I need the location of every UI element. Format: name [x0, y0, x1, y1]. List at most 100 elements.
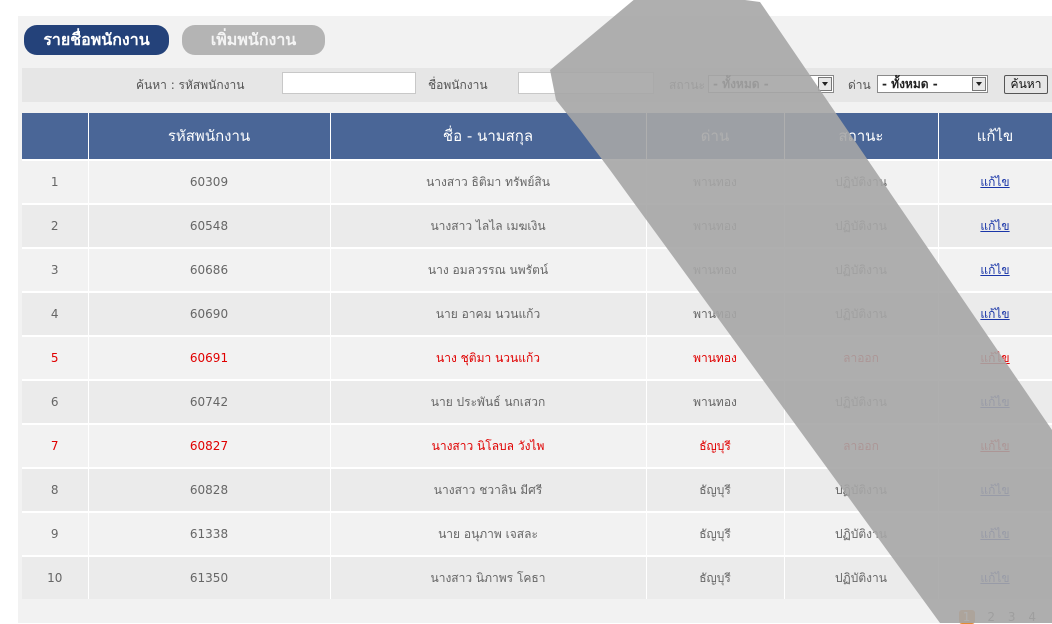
employee-gate: พานทอง: [646, 379, 785, 424]
employee-status: ลาออก: [784, 335, 939, 380]
employee-id: 60828: [88, 467, 331, 512]
page-link[interactable]: 2: [987, 610, 995, 624]
employee-gate: พานทอง: [646, 203, 785, 248]
employee-gate: ธัญบุรี: [646, 555, 785, 599]
page-link-current[interactable]: 1: [958, 610, 975, 624]
edit-cell: แก้ไข: [938, 467, 1052, 512]
employee-table: รหัสพนักงาน ชื่อ - นามสกุล ด่าน สถานะ แก…: [22, 113, 1052, 599]
gate-select[interactable]: - ทั้งหมด -: [877, 75, 988, 93]
table-row: 3 60686 นาง อมลวรรณ นพรัตน์ พานทอง ปฏิบั…: [22, 247, 1052, 292]
row-number: 4: [22, 291, 89, 336]
row-number: 9: [22, 511, 89, 556]
employee-name: นาย ประพันธ์ นกเสวก: [330, 379, 647, 424]
table-row: 5 60691 นาง ชุติมา นวนแก้ว พานทอง ลาออก …: [22, 335, 1052, 380]
employee-status: ลาออก: [784, 423, 939, 468]
edit-link[interactable]: แก้ไข: [980, 307, 1009, 321]
employee-name: นาง ชุติมา นวนแก้ว: [330, 335, 647, 380]
employee-id: 60742: [88, 379, 331, 424]
employee-id: 60686: [88, 247, 331, 292]
employee-status: ปฏิบัติงาน: [784, 159, 939, 204]
gate-label: ด่าน: [848, 78, 871, 92]
edit-link[interactable]: แก้ไข: [980, 219, 1009, 233]
edit-link[interactable]: แก้ไข: [980, 351, 1009, 365]
header-status: สถานะ: [784, 113, 939, 160]
row-number: 2: [22, 203, 89, 248]
header-number: [22, 113, 89, 160]
row-number: 1: [22, 159, 89, 204]
employee-status: ปฏิบัติงาน: [784, 203, 939, 248]
row-number: 6: [22, 379, 89, 424]
edit-cell: แก้ไข: [938, 159, 1052, 204]
row-number: 8: [22, 467, 89, 512]
employee-name: นางสาว นิภาพร โคธา: [330, 555, 647, 599]
employee-id-label: ค้นหา : รหัสพนักงาน: [136, 78, 245, 92]
employee-status: ปฏิบัติงาน: [784, 467, 939, 512]
edit-cell: แก้ไข: [938, 247, 1052, 292]
table-row: 2 60548 นางสาว ไลไล เมฆเงิน พานทอง ปฏิบั…: [22, 203, 1052, 248]
page-link[interactable]: 4: [1028, 610, 1036, 624]
edit-cell: แก้ไข: [938, 511, 1052, 556]
row-number: 3: [22, 247, 89, 292]
table-header-row: รหัสพนักงาน ชื่อ - นามสกุล ด่าน สถานะ แก…: [22, 113, 1052, 160]
table-row: 7 60827 นางสาว นิโลบล วังไพ ธัญบุรี ลาออ…: [22, 423, 1052, 468]
tab-add-employee[interactable]: เพิ่มพนักงาน: [182, 25, 325, 55]
edit-link[interactable]: แก้ไข: [980, 395, 1009, 409]
employee-gate: พานทอง: [646, 247, 785, 292]
status-select-value: - ทั้งหมด -: [713, 77, 769, 91]
employee-gate: พานทอง: [646, 291, 785, 336]
employee-id: 60548: [88, 203, 331, 248]
chevron-down-icon: [972, 77, 986, 91]
tab-employee-list[interactable]: รายชื่อพนักงาน: [24, 25, 169, 55]
gate-select-value: - ทั้งหมด -: [882, 77, 938, 91]
edit-cell: แก้ไข: [938, 203, 1052, 248]
header-employee-id: รหัสพนักงาน: [88, 113, 331, 160]
table-row: 9 61338 นาย อนุภาพ เจสละ ธัญบุรี ปฏิบัติ…: [22, 511, 1052, 556]
employee-gate: ธัญบุรี: [646, 467, 785, 512]
edit-link[interactable]: แก้ไข: [980, 571, 1009, 585]
edit-link[interactable]: แก้ไข: [980, 527, 1009, 541]
employee-id: 60690: [88, 291, 331, 336]
table-row: 4 60690 นาย อาคม นวนแก้ว พานทอง ปฏิบัติง…: [22, 291, 1052, 336]
employee-name: นางสาว ธิติมา ทรัพย์สิน: [330, 159, 647, 204]
table-row: 10 61350 นางสาว นิภาพร โคธา ธัญบุรี ปฏิบ…: [22, 555, 1052, 599]
edit-cell: แก้ไข: [938, 291, 1052, 336]
employee-name: นาย อาคม นวนแก้ว: [330, 291, 647, 336]
search-button[interactable]: ค้นหา: [1004, 75, 1048, 94]
employee-status: ปฏิบัติงาน: [784, 555, 939, 599]
employee-status: ปฏิบัติงาน: [784, 511, 939, 556]
edit-link[interactable]: แก้ไข: [980, 263, 1009, 277]
edit-link[interactable]: แก้ไข: [980, 175, 1009, 189]
employee-name-input[interactable]: [518, 72, 654, 94]
employee-name-label: ชื่อพนักงาน: [428, 78, 488, 92]
employee-name: นาย อนุภาพ เจสละ: [330, 511, 647, 556]
employee-id: 60309: [88, 159, 331, 204]
header-edit: แก้ไข: [938, 113, 1052, 160]
employee-gate: ธัญบุรี: [646, 423, 785, 468]
table-row: 1 60309 นางสาว ธิติมา ทรัพย์สิน พานทอง ป…: [22, 159, 1052, 204]
employee-status: ปฏิบัติงาน: [784, 379, 939, 424]
edit-cell: แก้ไข: [938, 379, 1052, 424]
employee-name: นางสาว ไลไล เมฆเงิน: [330, 203, 647, 248]
edit-link[interactable]: แก้ไข: [980, 439, 1009, 453]
employee-gate: พานทอง: [646, 335, 785, 380]
employee-id: 60827: [88, 423, 331, 468]
employee-gate: พานทอง: [646, 159, 785, 204]
chevron-down-icon: [818, 77, 832, 91]
edit-link[interactable]: แก้ไข: [980, 483, 1009, 497]
employee-name: นางสาว ชวาลิน มีศรี: [330, 467, 647, 512]
employee-name: นางสาว นิโลบล วังไพ: [330, 423, 647, 468]
employee-status: ปฏิบัติงาน: [784, 247, 939, 292]
employee-id-input[interactable]: [282, 72, 416, 94]
row-number: 7: [22, 423, 89, 468]
employee-status: ปฏิบัติงาน: [784, 291, 939, 336]
employee-name: นาง อมลวรรณ นพรัตน์: [330, 247, 647, 292]
page-link[interactable]: 3: [1008, 610, 1016, 624]
pagination: 1 2 3 4: [958, 610, 1036, 624]
edit-cell: แก้ไข: [938, 555, 1052, 599]
status-select[interactable]: - ทั้งหมด -: [708, 75, 834, 93]
header-full-name: ชื่อ - นามสกุล: [330, 113, 647, 160]
employee-id: 61338: [88, 511, 331, 556]
header-gate: ด่าน: [646, 113, 785, 160]
row-number: 5: [22, 335, 89, 380]
edit-cell: แก้ไข: [938, 423, 1052, 468]
